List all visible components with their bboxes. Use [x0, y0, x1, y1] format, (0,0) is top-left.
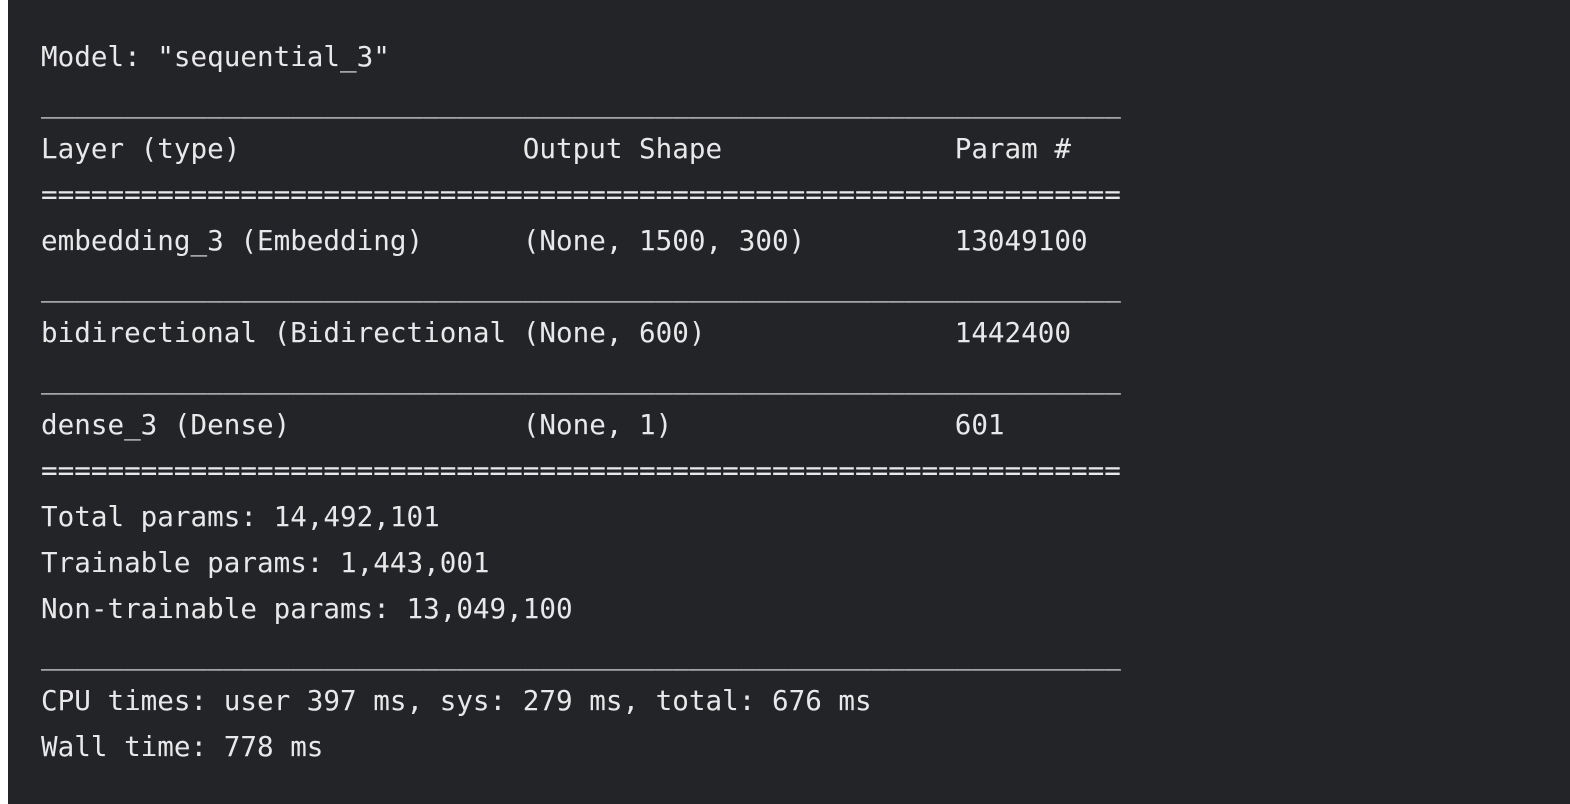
total-params: Total params: 14,492,101 — [41, 500, 440, 533]
non-trainable-params: Non-trainable params: 13,049,100 — [41, 592, 573, 625]
separator-dash: ________________________________________… — [41, 362, 1121, 395]
separator-equals: ========================================… — [41, 178, 1121, 211]
layer-row-bidirectional: bidirectional (Bidirectional (None, 600)… — [41, 316, 1121, 349]
separator-dash: ________________________________________… — [41, 86, 1121, 119]
trainable-params: Trainable params: 1,443,001 — [41, 546, 490, 579]
table-header-row: Layer (type) Output Shape Param # — [41, 132, 1121, 165]
layer-row-dense: dense_3 (Dense) (None, 1) 601 — [41, 408, 1121, 441]
model-title: Model: "sequential_3" — [41, 40, 390, 73]
cpu-times: CPU times: user 397 ms, sys: 279 ms, tot… — [41, 684, 872, 717]
separator-dash: ________________________________________… — [41, 270, 1121, 303]
wall-time: Wall time: 778 ms — [41, 730, 324, 763]
layer-row-embedding: embedding_3 (Embedding) (None, 1500, 300… — [41, 224, 1121, 257]
separator-dash: ________________________________________… — [41, 638, 1121, 671]
cell-output-panel: Model: "sequential_3" __________________… — [8, 0, 1570, 804]
separator-equals: ========================================… — [41, 454, 1121, 487]
